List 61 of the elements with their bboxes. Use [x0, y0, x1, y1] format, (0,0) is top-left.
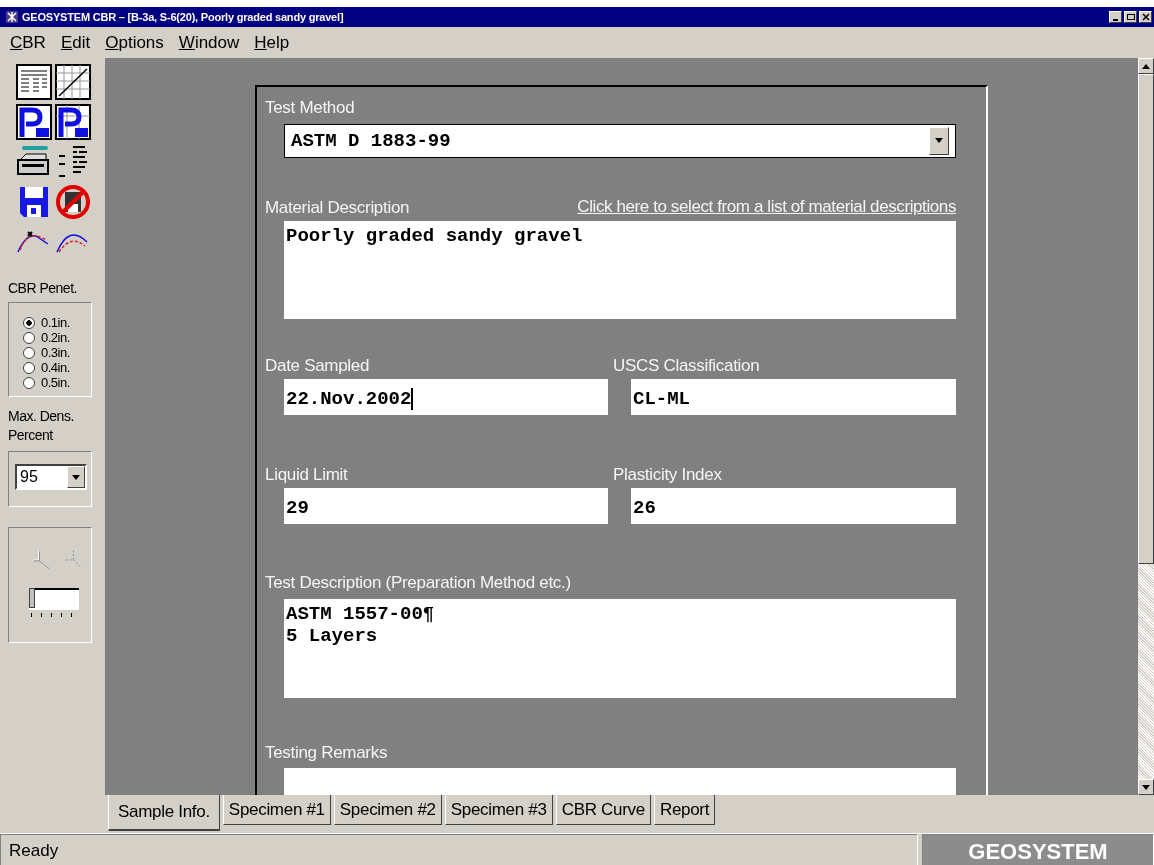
tab[interactable]: Sample Info. [108, 795, 220, 831]
testing-remarks-field[interactable] [284, 767, 956, 795]
close-button[interactable] [1139, 11, 1152, 23]
radio-button[interactable] [23, 346, 35, 359]
minimize-button[interactable] [1109, 11, 1122, 23]
report-icon[interactable] [16, 64, 52, 100]
app-icon [6, 11, 18, 23]
radio-button[interactable] [23, 361, 35, 374]
uscs-classification-field[interactable]: CL-ML [631, 379, 956, 416]
brand-label: GEOSYSTEM [922, 834, 1154, 865]
radio-label[interactable]: 0.1in. [41, 315, 70, 330]
menu-item[interactable]: CBR [10, 32, 46, 53]
pdf-graph-icon[interactable] [55, 104, 91, 140]
tab[interactable]: Specimen #1 [222, 795, 331, 825]
menu-item[interactable]: Options [105, 32, 164, 53]
radio-label[interactable]: 0.2in. [41, 330, 70, 345]
scroll-down-icon[interactable] [1142, 784, 1150, 790]
plasticity-index-field[interactable]: 26 [631, 488, 956, 525]
window-title: GEOSYSTEM CBR – [B-3a, S-6(20), Poorly graded sandy gravel] [22, 11, 344, 23]
radio-label[interactable]: 0.3in. [41, 345, 70, 360]
field-label: Testing Remarks [265, 741, 389, 764]
tab[interactable]: CBR Curve [555, 795, 651, 825]
radio-label[interactable]: 0.5in. [41, 375, 70, 390]
test-description-field[interactable]: ASTM 1557-00¶ 5 Layers [284, 599, 956, 698]
field-label: Date Sampled [265, 355, 371, 378]
field-label: Plasticity Index [613, 464, 723, 487]
field-label: Test Description (Preparation Method etc.) [265, 572, 572, 595]
restore-icon [1126, 13, 1135, 21]
tab[interactable]: Specimen #2 [333, 795, 442, 825]
field-label: USCS Classification [613, 355, 761, 378]
zoom-slider[interactable] [29, 588, 81, 617]
close-icon [1141, 13, 1150, 21]
field-label: Liquid Limit [265, 464, 349, 487]
test-method-select[interactable]: ASTM D 1883-99 [284, 124, 956, 158]
scroll-up-icon[interactable] [1142, 63, 1150, 69]
date-sampled-field[interactable]: 22.Nov.2002 [284, 379, 608, 416]
tab[interactable]: Specimen #3 [444, 795, 553, 825]
material-description-field[interactable]: Poorly graded sandy gravel [284, 220, 956, 320]
radio-label[interactable]: 0.4in. [41, 360, 70, 375]
material-list-link[interactable]: Click here to select from a list of material descriptions [577, 196, 956, 219]
scrollbar[interactable] [1138, 58, 1154, 795]
status-text: Ready [0, 834, 918, 865]
field-label: Test Method [265, 97, 356, 119]
no-save-icon[interactable] [55, 184, 91, 220]
penetration-label: CBR Penet. [8, 280, 77, 296]
graph-icon[interactable] [55, 64, 91, 100]
liquid-limit-field[interactable]: 29 [284, 488, 608, 525]
menu-item[interactable]: Window [178, 32, 240, 53]
menu-item[interactable]: Edit [60, 32, 91, 53]
max-density-select[interactable]: 95 [15, 464, 87, 490]
caret-icon [935, 138, 943, 144]
radio-button[interactable] [23, 376, 35, 389]
radio-button[interactable] [23, 331, 35, 344]
field-label: Material Description [265, 196, 410, 219]
radio-button[interactable] [23, 316, 35, 329]
restore-button[interactable] [1124, 11, 1137, 23]
menu-item[interactable]: Help [254, 32, 290, 53]
caret-icon [72, 474, 80, 480]
tab[interactable]: Report [653, 795, 716, 825]
max-density-label: Max. Dens. Percent [8, 407, 75, 445]
pdf-report-icon[interactable] [16, 104, 52, 140]
